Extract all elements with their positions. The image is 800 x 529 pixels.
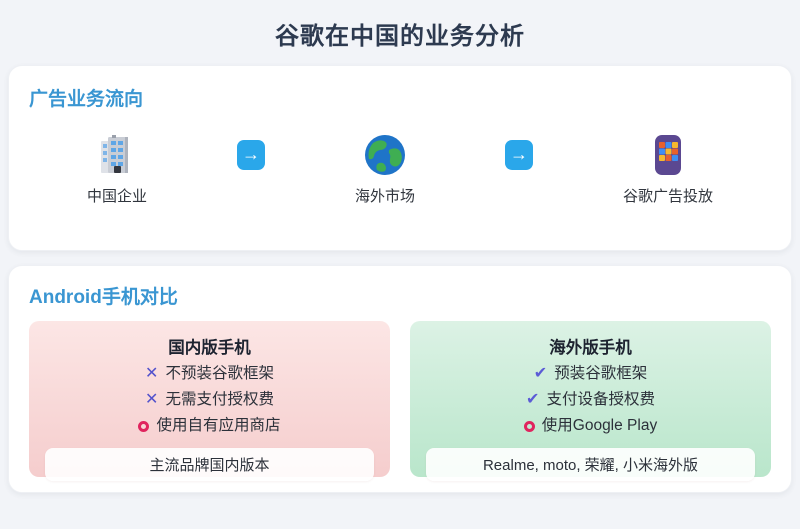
- cross-icon: ✕: [145, 365, 159, 382]
- flow-node-label: 中国企业: [87, 188, 148, 205]
- panel-footer-badge: 主流品牌国内版本: [45, 448, 374, 481]
- android-compare-heading: Android手机对比: [29, 287, 178, 308]
- feature-row: ✕ 不预装谷歌框架: [45, 361, 374, 387]
- flow-node-overseas-market: 海外市场: [355, 133, 415, 206]
- feature-text: 使用自有应用商店: [156, 417, 281, 434]
- feature-text: 使用Google Play: [541, 417, 658, 434]
- feature-row: 使用自有应用商店: [45, 413, 374, 439]
- flow-arrow-icon: →: [237, 139, 265, 170]
- globe-icon: [363, 133, 407, 177]
- cross-icon: ✕: [145, 391, 159, 408]
- ring-icon: [138, 420, 150, 432]
- panel-footer-badge: Realme, moto, 荣耀, 小米海外版: [426, 448, 755, 481]
- flow-node-china-company: 中国企业: [87, 133, 147, 206]
- feature-text: 不预装谷歌框架: [165, 365, 274, 382]
- phone-icon: [646, 133, 690, 177]
- ad-flow-diagram: 中国企业 → 海外市场 → 谷歌广告投放: [29, 111, 771, 206]
- ad-flow-heading: 广告业务流向: [29, 89, 144, 110]
- android-compare-card: Android手机对比 国内版手机 ✕ 不预装谷歌框架 ✕ 无需支付授权费 使用…: [8, 265, 792, 493]
- panel-domestic-phones: 国内版手机 ✕ 不预装谷歌框架 ✕ 无需支付授权费 使用自有应用商店 主流品牌国…: [29, 321, 390, 481]
- feature-row: 使用Google Play: [426, 413, 755, 439]
- feature-row: ✔ 支付设备授权费: [426, 387, 755, 413]
- flow-node-label: 海外市场: [354, 188, 415, 205]
- feature-text: 支付设备授权费: [546, 391, 655, 408]
- panel-overseas-phones: 海外版手机 ✔ 预装谷歌框架 ✔ 支付设备授权费 使用Google Play R…: [410, 321, 771, 481]
- check-icon: ✔: [533, 365, 548, 382]
- panel-title: 国内版手机: [168, 339, 251, 357]
- ring-icon: [523, 420, 535, 432]
- flow-node-label: 谷歌广告投放: [622, 188, 713, 205]
- feature-row: ✕ 无需支付授权费: [45, 387, 374, 413]
- feature-text: 预装谷歌框架: [554, 365, 648, 382]
- panel-title: 海外版手机: [549, 339, 632, 357]
- feature-row: ✔ 预装谷歌框架: [426, 361, 755, 387]
- flow-node-google-ads: 谷歌广告投放: [623, 133, 713, 206]
- compare-grid: 国内版手机 ✕ 不预装谷歌框架 ✕ 无需支付授权费 使用自有应用商店 主流品牌国…: [29, 321, 771, 481]
- check-icon: ✔: [526, 391, 540, 408]
- building-icon: [95, 133, 139, 177]
- page-title: 谷歌在中国的业务分析: [275, 23, 525, 50]
- feature-text: 无需支付授权费: [165, 391, 274, 408]
- flow-arrow-icon: →: [504, 139, 533, 170]
- ad-flow-card: 广告业务流向 中国企业 → 海外市场 → 谷歌广告投放: [8, 65, 792, 251]
